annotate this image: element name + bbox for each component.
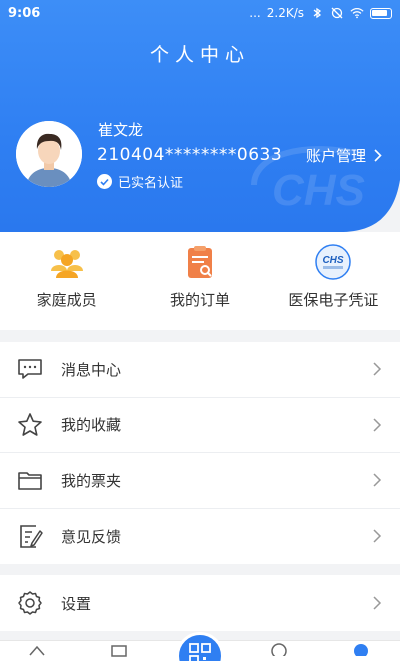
menu-label: 消息中心 xyxy=(61,360,122,379)
account-management-link[interactable]: 账户管理 xyxy=(306,145,382,166)
quick-medical-insurance-certificate[interactable]: CHS 医保电子凭证 xyxy=(267,232,400,330)
gear-icon xyxy=(18,591,42,615)
user-id-number: 210404********0633 xyxy=(97,145,283,165)
service-icon[interactable] xyxy=(110,644,128,658)
quick-actions: 家庭成员 我的订单 CHS 医保电子凭证 xyxy=(0,232,400,330)
menu-label: 我的收藏 xyxy=(61,416,122,435)
user-name: 崔文龙 xyxy=(98,121,144,139)
message-icon xyxy=(18,359,42,380)
quick-label: 医保电子凭证 xyxy=(288,291,379,309)
chevron-right-icon xyxy=(373,362,382,376)
order-icon xyxy=(187,246,212,278)
feedback-icon xyxy=(20,525,43,549)
page-title: 个人中心 xyxy=(149,44,250,66)
quick-my-orders[interactable]: 我的订单 xyxy=(133,232,266,330)
menu-list: 消息中心 我的收藏 我的票夹 意见反馈 xyxy=(0,342,400,564)
profile-tab-icon[interactable] xyxy=(352,642,370,656)
avatar[interactable] xyxy=(16,121,82,187)
chevron-right-icon xyxy=(373,529,382,543)
scan-code-button[interactable] xyxy=(176,632,224,661)
star-icon xyxy=(18,412,42,436)
chevron-right-icon xyxy=(373,596,382,610)
status-time: 9:06 xyxy=(8,6,41,21)
verified-label: 已实名认证 xyxy=(118,176,184,191)
verified-badge: 已实名认证 xyxy=(97,172,183,191)
menu-label: 设置 xyxy=(61,594,92,613)
avatar-icon xyxy=(16,121,82,187)
chs-icon: CHS xyxy=(315,244,352,280)
menu-message-center[interactable]: 消息中心 xyxy=(0,342,400,398)
chevron-right-icon xyxy=(374,149,382,162)
battery-icon xyxy=(370,7,392,19)
status-dots: ... xyxy=(249,6,261,20)
status-icons: ... 2.2K/s xyxy=(249,6,392,20)
wifi-icon xyxy=(350,8,364,19)
message-tab-icon[interactable] xyxy=(270,642,288,656)
profile-header: CHS 9:06 ... 2.2K/s 个人中心 崔文龙 210404*****… xyxy=(0,0,400,232)
family-icon xyxy=(50,250,83,278)
folder-icon xyxy=(18,472,42,491)
menu-label: 意见反馈 xyxy=(61,527,122,546)
chevron-right-icon xyxy=(373,418,382,432)
svg-text:CHS: CHS xyxy=(323,255,344,266)
menu-my-ticket-folder[interactable]: 我的票夹 xyxy=(0,453,400,509)
menu-settings[interactable]: 设置 xyxy=(0,575,400,631)
check-icon xyxy=(97,174,112,189)
status-bar: 9:06 ... 2.2K/s xyxy=(0,0,400,28)
svg-text:CHS: CHS xyxy=(272,166,365,215)
quick-label: 家庭成员 xyxy=(36,291,97,309)
network-speed: 2.2K/s xyxy=(266,6,304,20)
qr-code-icon xyxy=(189,643,211,661)
quick-family-members[interactable]: 家庭成员 xyxy=(0,232,133,330)
menu-feedback[interactable]: 意见反馈 xyxy=(0,509,400,565)
menu-label: 我的票夹 xyxy=(61,471,122,490)
mute-icon xyxy=(331,7,343,19)
quick-label: 我的订单 xyxy=(169,291,230,309)
bluetooth-icon xyxy=(313,7,322,19)
chevron-right-icon xyxy=(373,473,382,487)
account-management-label: 账户管理 xyxy=(305,147,366,165)
menu-my-favorites[interactable]: 我的收藏 xyxy=(0,398,400,453)
home-icon[interactable] xyxy=(28,643,46,657)
